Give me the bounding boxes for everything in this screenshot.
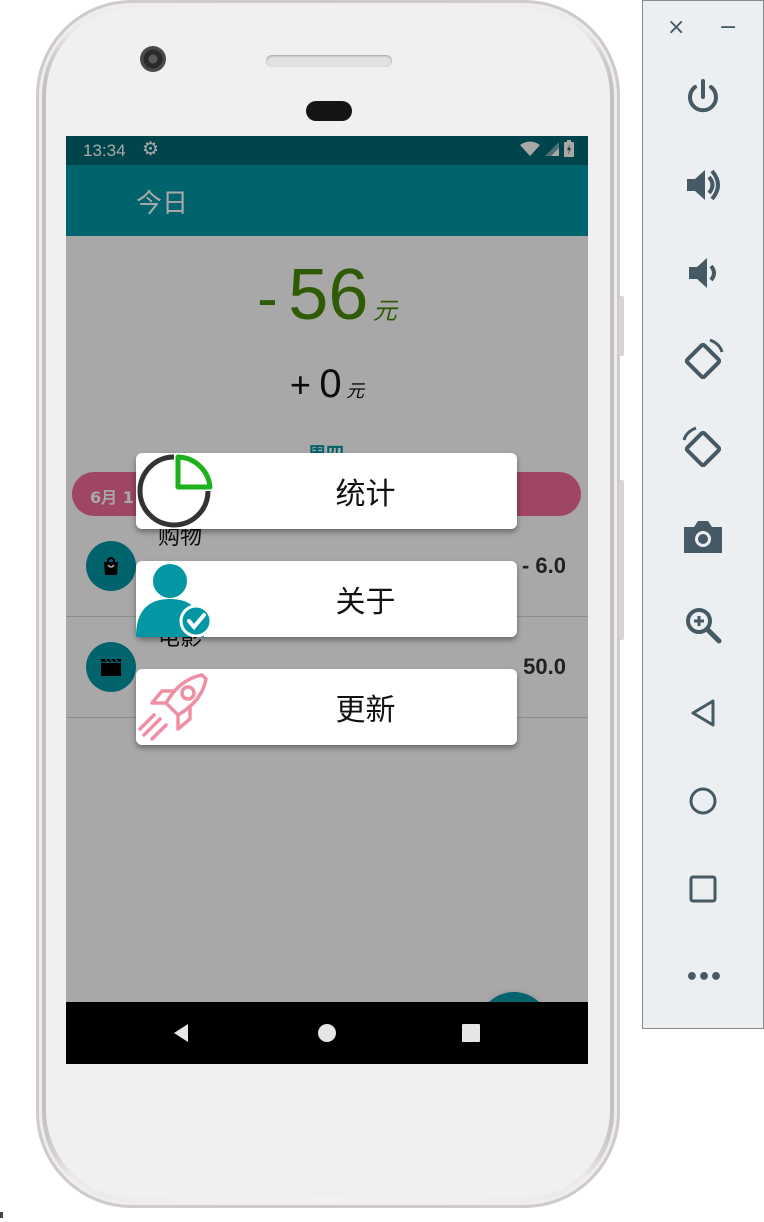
nav-back-icon[interactable] [170, 1022, 192, 1044]
volume-down-button[interactable] [679, 249, 727, 297]
rotate-left-icon [684, 338, 724, 380]
volume-down-icon [689, 258, 716, 288]
emulator-overview-button[interactable] [679, 865, 727, 913]
volume-up-button[interactable] [679, 161, 727, 209]
more-button[interactable]: ••• [679, 953, 727, 1001]
user-verified-icon [136, 564, 213, 637]
rotate-left-button[interactable] [679, 337, 727, 385]
pie-chart-icon [137, 454, 213, 528]
rotate-right-icon [682, 426, 722, 468]
menu-item-statistics[interactable]: 统计 [136, 453, 517, 529]
nav-home-icon[interactable] [316, 1022, 338, 1044]
menu-label-statistics: 统计 [335, 477, 396, 512]
emulator-home-button[interactable] [679, 777, 727, 825]
proximity-sensor [306, 101, 352, 121]
earpiece-speaker [266, 55, 392, 67]
android-nav-bar [66, 1002, 588, 1064]
corner-mark [0, 1212, 3, 1218]
emulator-toolbar: × − ••• [642, 0, 764, 1029]
power-side-button [619, 480, 624, 640]
rocket-icon [138, 673, 208, 741]
front-camera [140, 46, 166, 72]
nav-overview-icon[interactable] [460, 1022, 482, 1044]
phone-screen: 13:34 ⚙ 今日 - 56 元 + 0 元 6月 1 购物 - 6.0 电影… [66, 136, 588, 1064]
panel-window-controls: × − [643, 15, 763, 45]
menu-label-update: 更新 [335, 693, 396, 728]
screenshot-button[interactable] [679, 513, 727, 561]
close-button[interactable]: × [667, 15, 685, 40]
minimize-button[interactable]: − [719, 15, 737, 40]
volume-side-button [619, 296, 624, 356]
back-icon [691, 699, 715, 727]
menu-item-update[interactable]: 更新 [136, 669, 517, 745]
menu-item-about[interactable]: 关于 [136, 561, 517, 637]
power-button[interactable] [679, 73, 727, 121]
zoom-button[interactable] [679, 601, 727, 649]
emulator-back-button[interactable] [679, 689, 727, 737]
power-icon [688, 79, 718, 113]
camera-icon [684, 521, 722, 553]
home-icon [689, 787, 717, 815]
zoom-icon [686, 608, 722, 644]
menu-label-about: 关于 [335, 585, 396, 620]
rotate-right-button[interactable] [679, 425, 727, 473]
overview-icon [689, 875, 717, 903]
more-icon: ••• [684, 964, 723, 990]
volume-up-icon [687, 169, 720, 201]
